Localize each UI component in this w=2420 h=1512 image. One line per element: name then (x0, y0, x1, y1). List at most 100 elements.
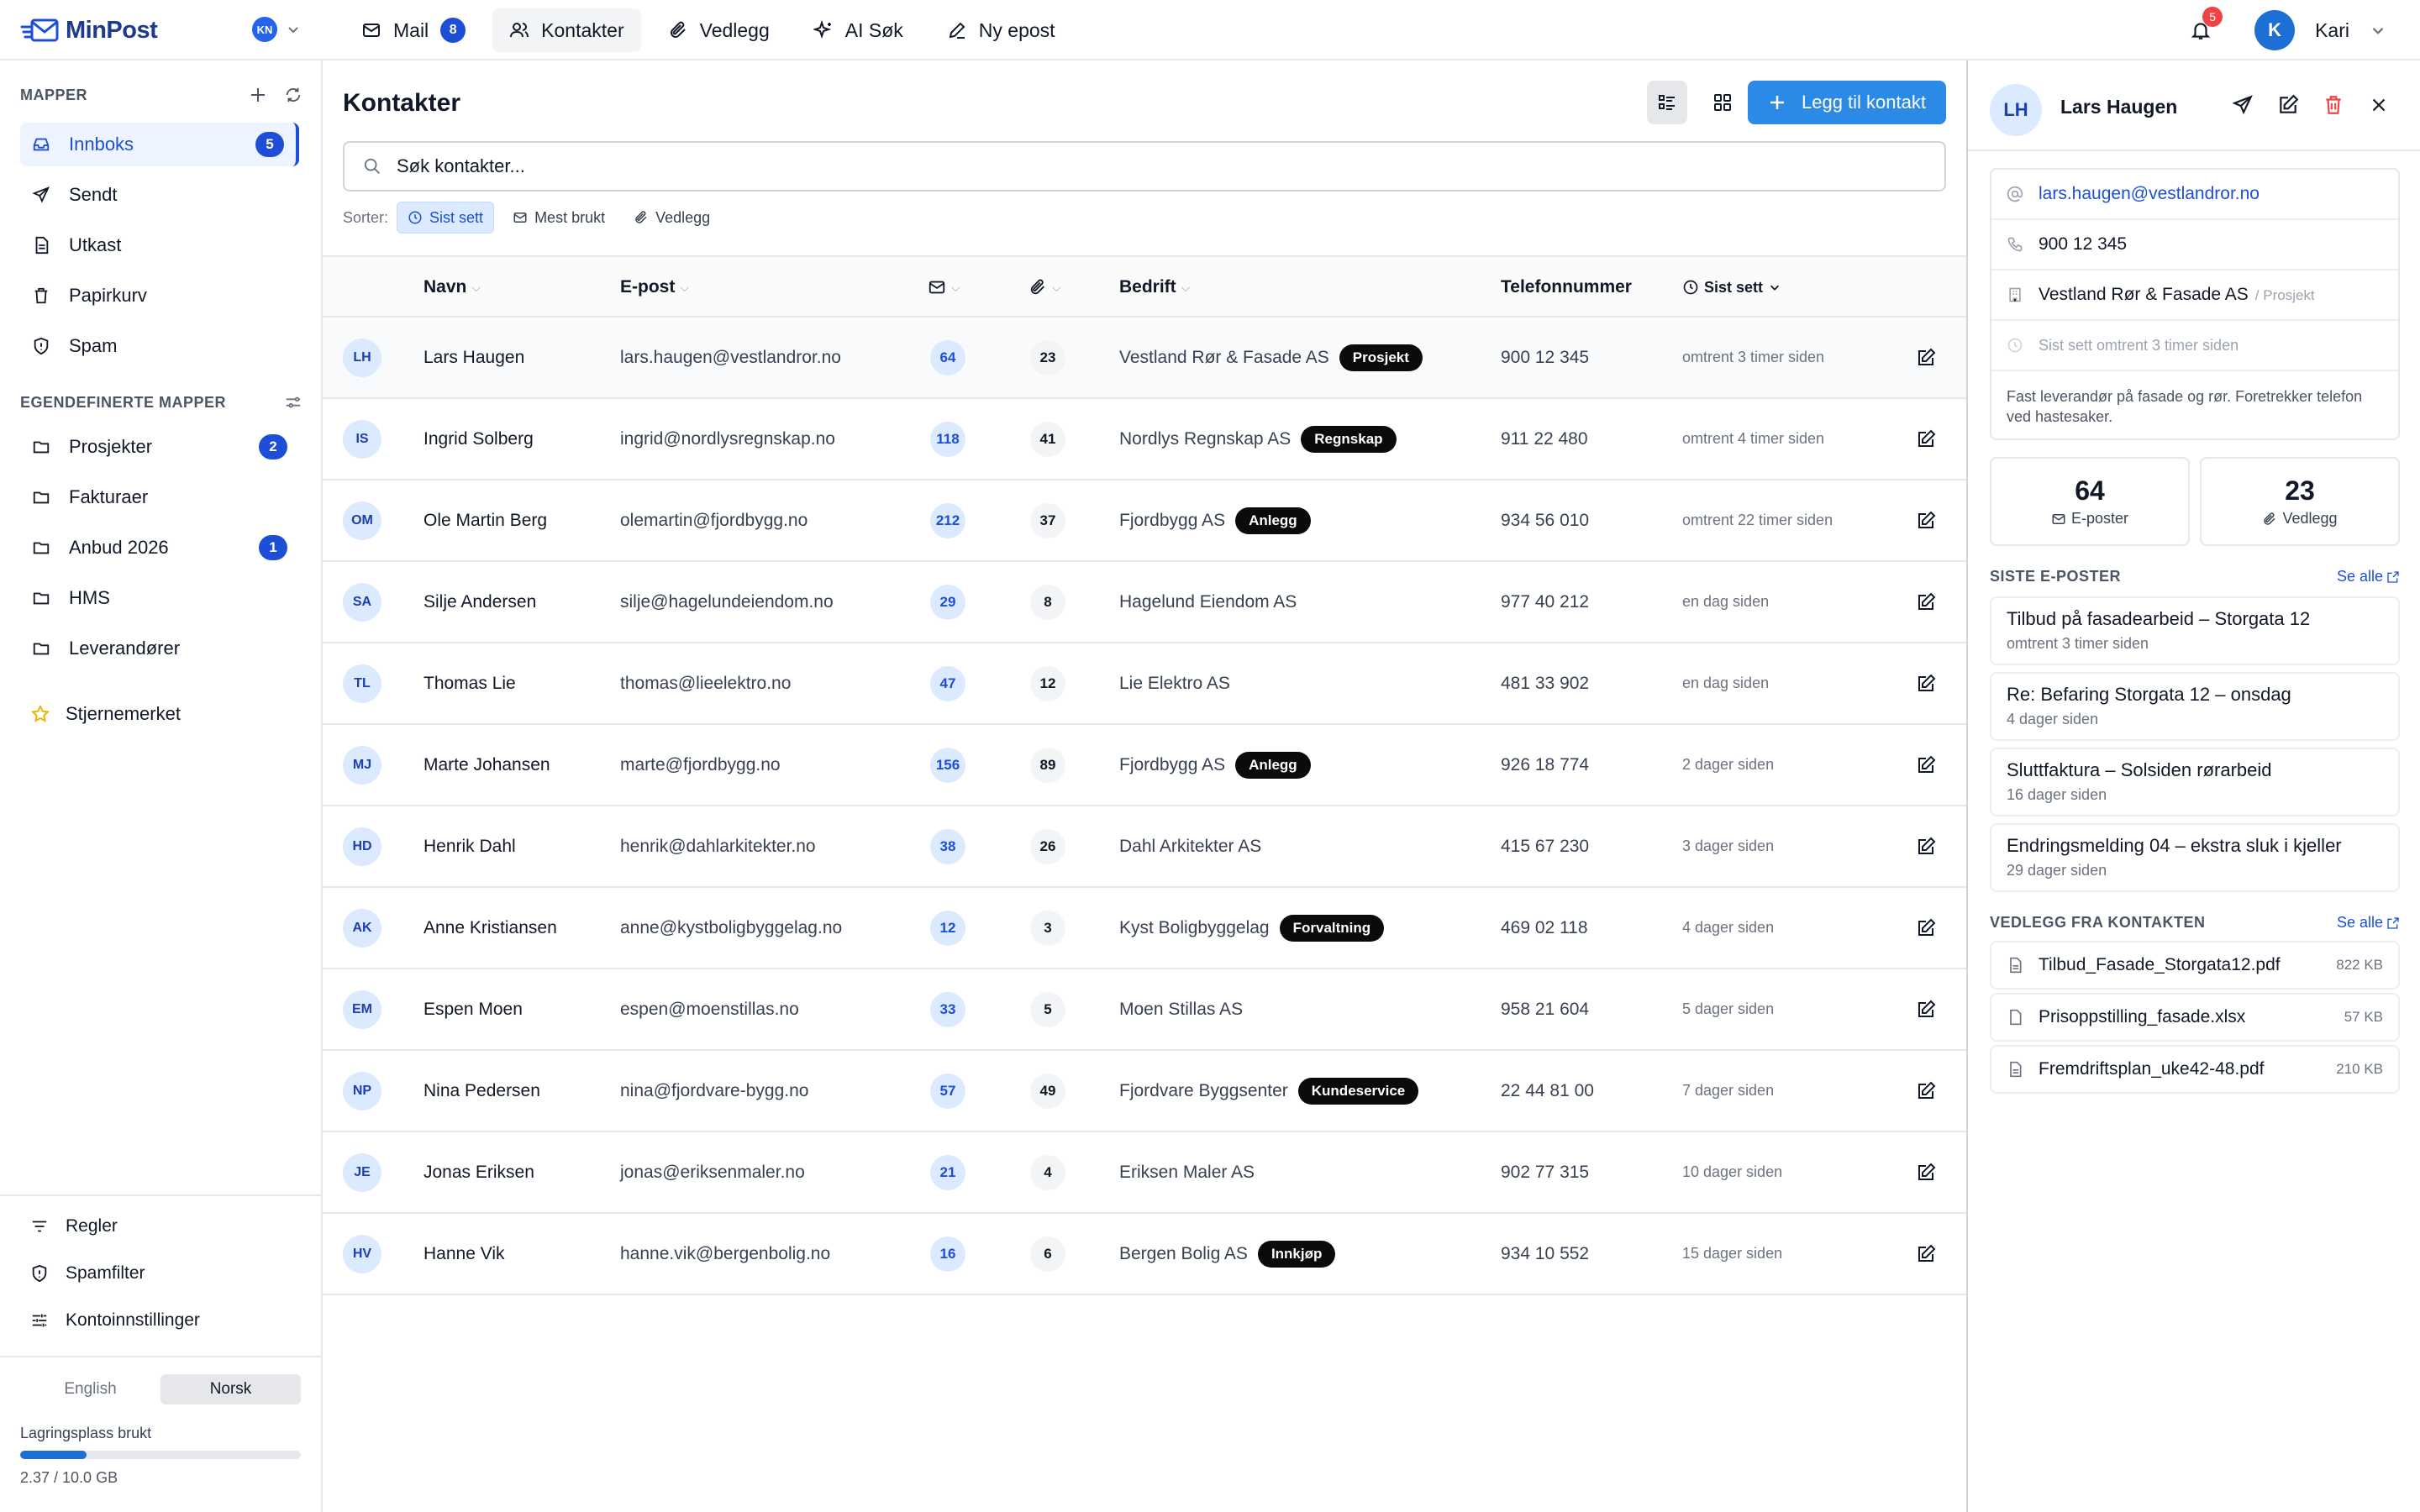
contact-email[interactable]: anne@kystboligbyggelag.no (620, 888, 842, 968)
sort-attachments[interactable]: Vedlegg (623, 202, 720, 234)
table-row[interactable]: TL Thomas Lie thomas@lieelektro.no 47 12… (323, 643, 1966, 725)
col-last-seen[interactable]: Sist sett (1682, 257, 1781, 318)
edit-icon[interactable] (2277, 94, 2299, 116)
recent-email-item[interactable]: Tilbud på fasadearbeid – Storgata 12 omt… (1990, 596, 2400, 665)
sidebar-item-sent[interactable]: Sendt (20, 173, 299, 217)
stat-attachments[interactable]: 23 Vedlegg (2200, 457, 2400, 546)
sidebar-spamfilter[interactable]: Spamfilter (30, 1263, 145, 1284)
edit-icon[interactable] (1916, 592, 1936, 612)
table-row[interactable]: SA Silje Andersen silje@hagelundeiendom.… (323, 562, 1966, 643)
contact-email[interactable]: thomas@lieelektro.no (620, 643, 791, 723)
col-company[interactable]: Bedrift ⌵ (1119, 257, 1190, 318)
sidebar-item-invoices[interactable]: Fakturaer (20, 475, 299, 519)
contact-email[interactable]: jonas@eriksenmaler.no (620, 1132, 805, 1212)
user-name[interactable]: Kari (2315, 19, 2349, 42)
contact-email[interactable]: silje@hagelundeiendom.no (620, 562, 834, 642)
edit-icon[interactable] (1916, 674, 1936, 694)
edit-icon[interactable] (1916, 511, 1936, 531)
search-input[interactable] (397, 155, 1909, 177)
table-row[interactable]: IS Ingrid Solberg ingrid@nordlysregnskap… (323, 399, 1966, 480)
recent-email-item[interactable]: Re: Befaring Storgata 12 – onsdag 4 dage… (1990, 672, 2400, 741)
contact-phone[interactable]: 22 44 81 00 (1501, 1051, 1594, 1131)
recent-email-item[interactable]: Endringsmelding 04 – ekstra sluk i kjell… (1990, 823, 2400, 892)
send-icon[interactable] (2232, 94, 2254, 116)
sidebar-account-settings[interactable]: Kontoinnstillinger (30, 1310, 200, 1331)
sort-most-used[interactable]: Mest brukt (502, 202, 615, 234)
contact-phone[interactable]: 958 21 604 (1501, 969, 1589, 1049)
attachment-item[interactable]: Prisoppstilling_fasade.xlsx 57 KB (1990, 993, 2400, 1042)
table-row[interactable]: HD Henrik Dahl henrik@dahlarkitekter.no … (323, 806, 1966, 888)
contact-phone[interactable]: 481 33 902 (1501, 643, 1589, 723)
account-switcher[interactable]: KN (252, 17, 301, 42)
sort-last-seen[interactable]: Sist sett (397, 202, 495, 234)
detail-phone-row[interactable]: 900 12 345 (1991, 220, 2398, 270)
contact-email[interactable]: hanne.vik@bergenbolig.no (620, 1214, 830, 1294)
table-row[interactable]: HV Hanne Vik hanne.vik@bergenbolig.no 16… (323, 1214, 1966, 1295)
grid-view-button[interactable] (1702, 81, 1743, 124)
contact-phone[interactable]: 902 77 315 (1501, 1132, 1589, 1212)
user-avatar[interactable]: K (2254, 10, 2296, 50)
contact-phone[interactable]: 900 12 345 (1501, 318, 1589, 397)
sidebar-item-spam[interactable]: Spam (20, 324, 299, 368)
sidebar-item-hms[interactable]: HMS (20, 576, 299, 620)
refresh-icon[interactable] (284, 86, 302, 104)
contact-email[interactable]: espen@moenstillas.no (620, 969, 799, 1049)
sidebar-item-inbox[interactable]: Innboks 5 (20, 123, 299, 166)
sidebar-rules[interactable]: Regler (30, 1216, 118, 1236)
sidebar-item-projects[interactable]: Prosjekter 2 (20, 425, 299, 469)
edit-icon[interactable] (1916, 348, 1936, 368)
contact-phone[interactable]: 934 10 552 (1501, 1214, 1589, 1294)
sidebar-item-trash[interactable]: Papirkurv (20, 274, 299, 318)
col-name[interactable]: Navn ⌵ (424, 257, 481, 318)
table-row[interactable]: AK Anne Kristiansen anne@kystboligbyggel… (323, 888, 1966, 969)
nav-contacts[interactable]: Kontakter (492, 8, 641, 52)
sidebar-item-starred[interactable]: Stjernemerket (20, 692, 299, 736)
contact-phone[interactable]: 934 56 010 (1501, 480, 1589, 560)
contact-email[interactable]: olemartin@fjordbygg.no (620, 480, 808, 560)
add-folder-icon[interactable] (249, 86, 267, 104)
attachment-item[interactable]: Tilbud_Fasade_Storgata12.pdf 822 KB (1990, 941, 2400, 990)
edit-icon[interactable] (1916, 1081, 1936, 1101)
edit-icon[interactable] (1916, 1244, 1936, 1264)
contact-email[interactable]: lars.haugen@vestlandror.no (620, 318, 841, 397)
detail-email[interactable]: lars.haugen@vestlandror.no (2039, 184, 2260, 204)
settings-sliders-icon[interactable] (284, 393, 302, 412)
contact-phone[interactable]: 415 67 230 (1501, 806, 1589, 886)
table-row[interactable]: MJ Marte Johansen marte@fjordbygg.no 156… (323, 725, 1966, 806)
sidebar-item-drafts[interactable]: Utkast (20, 223, 299, 267)
contact-phone[interactable]: 977 40 212 (1501, 562, 1589, 642)
nav-attachments[interactable]: Vedlegg (651, 8, 786, 52)
close-icon[interactable] (2368, 94, 2390, 116)
sidebar-item-suppliers[interactable]: Leverandører (20, 627, 299, 670)
contact-phone[interactable]: 911 22 480 (1501, 399, 1588, 479)
add-contact-button[interactable]: Legg til kontakt (1748, 81, 1946, 124)
app-logo[interactable]: MinPost (20, 13, 158, 47)
stat-emails[interactable]: 64 E-poster (1990, 457, 2190, 546)
col-attachments[interactable]: ⌵ (1028, 257, 1061, 318)
language-norsk[interactable]: Norsk (160, 1374, 301, 1404)
nav-new-email[interactable]: Ny epost (930, 8, 1072, 52)
edit-icon[interactable] (1916, 918, 1936, 938)
nav-ai-search[interactable]: AI Søk (797, 8, 920, 52)
list-view-button[interactable] (1647, 81, 1687, 124)
user-chevron-down-icon[interactable] (2370, 22, 2386, 39)
contact-phone[interactable]: 469 02 118 (1501, 888, 1588, 968)
col-email[interactable]: E-post ⌵ (620, 257, 689, 318)
col-mails[interactable]: ⌵ (928, 257, 960, 318)
table-row[interactable]: OM Ole Martin Berg olemartin@fjordbygg.n… (323, 480, 1966, 562)
table-row[interactable]: EM Espen Moen espen@moenstillas.no 33 5 … (323, 969, 1966, 1051)
language-english[interactable]: English (20, 1374, 160, 1404)
table-row[interactable]: JE Jonas Eriksen jonas@eriksenmaler.no 2… (323, 1132, 1966, 1214)
contact-email[interactable]: nina@fjordvare-bygg.no (620, 1051, 808, 1131)
edit-icon[interactable] (1916, 1163, 1936, 1183)
contact-email[interactable]: henrik@dahlarkitekter.no (620, 806, 816, 886)
edit-icon[interactable] (1916, 755, 1936, 775)
contact-phone[interactable]: 926 18 774 (1501, 725, 1589, 805)
edit-icon[interactable] (1916, 1000, 1936, 1020)
table-row[interactable]: LH Lars Haugen lars.haugen@vestlandror.n… (323, 318, 1966, 399)
nav-mail[interactable]: Mail 8 (345, 8, 482, 52)
edit-icon[interactable] (1916, 429, 1936, 449)
attachment-item[interactable]: Fremdriftsplan_uke42-48.pdf 210 KB (1990, 1045, 2400, 1094)
sidebar-item-tenders[interactable]: Anbud 2026 1 (20, 526, 299, 570)
contact-email[interactable]: marte@fjordbygg.no (620, 725, 781, 805)
